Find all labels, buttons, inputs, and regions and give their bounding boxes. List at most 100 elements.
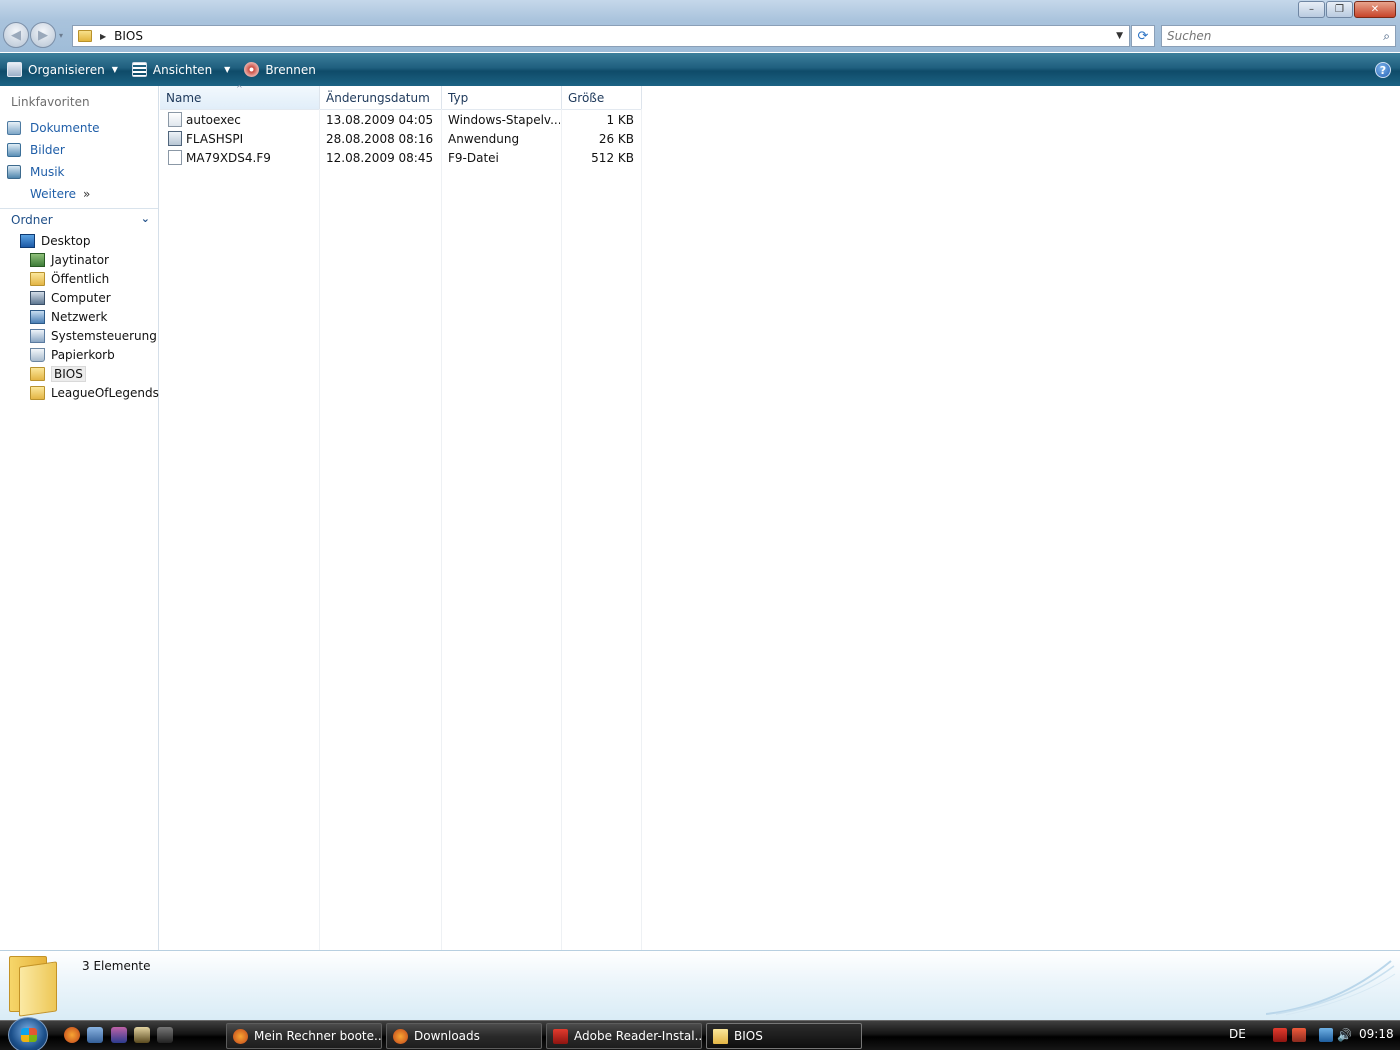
tree-item-jaytinator[interactable]: Jaytinator bbox=[30, 251, 109, 269]
double-chevron-icon: » bbox=[83, 187, 91, 201]
file-size: 26 KB bbox=[598, 131, 634, 146]
column-header-size[interactable]: Größe bbox=[562, 86, 642, 109]
breadcrumb-arrow-icon[interactable]: ▶ bbox=[100, 32, 106, 41]
command-bar: Organisieren ▼ Ansichten ▼ Brennen ? bbox=[0, 53, 1400, 86]
control-panel-icon bbox=[30, 329, 45, 343]
favorites-more-link[interactable]: Weitere » bbox=[30, 185, 90, 203]
tree-item-control-panel[interactable]: Systemsteuerung bbox=[30, 327, 157, 345]
column-header-date[interactable]: Änderungsdatum bbox=[320, 86, 442, 109]
show-desktop-icon[interactable] bbox=[87, 1027, 103, 1043]
column-header-type[interactable]: Typ bbox=[442, 86, 562, 109]
tree-item-bios[interactable]: BIOS bbox=[30, 365, 86, 383]
tree-item-computer[interactable]: Computer bbox=[30, 289, 111, 307]
forward-button[interactable]: ▶ bbox=[30, 22, 56, 48]
windows-logo-icon bbox=[21, 1028, 37, 1042]
navigation-pane: Linkfavoriten Dokumente Bilder Musik Wei… bbox=[0, 86, 159, 950]
folder-icon bbox=[78, 30, 92, 42]
tree-item-label: Systemsteuerung bbox=[51, 329, 157, 343]
column-divider bbox=[441, 109, 442, 950]
start-button[interactable] bbox=[8, 1017, 48, 1050]
favorites-more-label: Weitere bbox=[30, 187, 77, 201]
refresh-icon: ⟳ bbox=[1137, 28, 1149, 44]
file-type: F9-Datei bbox=[448, 150, 499, 165]
adobe-reader-icon bbox=[553, 1028, 568, 1044]
taskbar-button[interactable]: Downloads bbox=[386, 1023, 542, 1049]
network-tray-icon[interactable] bbox=[1319, 1028, 1333, 1042]
back-arrow-icon: ◀ bbox=[11, 27, 21, 43]
decorative-swoosh bbox=[1266, 960, 1396, 1016]
file-row-flashspi[interactable]: FLASHSPI 28.08.2008 08:16 Anwendung 26 K… bbox=[160, 129, 642, 148]
tree-item-label: Jaytinator bbox=[51, 253, 109, 267]
tree-item-network[interactable]: Netzwerk bbox=[30, 308, 107, 326]
taskbar-button[interactable]: Mein Rechner boote... bbox=[226, 1023, 382, 1049]
address-bar[interactable]: ▶ BIOS ▼ bbox=[72, 25, 1130, 47]
tree-item-public[interactable]: Öffentlich bbox=[30, 270, 109, 288]
user-folder-icon bbox=[30, 253, 45, 267]
refresh-button[interactable]: ⟳ bbox=[1131, 25, 1155, 47]
organize-button[interactable]: Organisieren ▼ bbox=[0, 53, 125, 86]
favorites-heading: Linkfavoriten bbox=[11, 95, 90, 109]
views-button[interactable]: Ansichten ▼ bbox=[125, 53, 237, 86]
recycle-bin-icon bbox=[30, 348, 45, 362]
help-button[interactable]: ? bbox=[1375, 62, 1391, 78]
language-indicator[interactable]: DE bbox=[1229, 1027, 1246, 1041]
recent-pages-dropdown[interactable]: ▾ bbox=[59, 31, 69, 40]
title-bar: – ❐ ✕ ◀ ▶ ▾ ▶ BIOS ▼ ⟳ ⌕ bbox=[0, 0, 1400, 52]
burn-button[interactable]: Brennen bbox=[237, 53, 322, 86]
firefox-icon bbox=[393, 1028, 408, 1044]
tree-item-label: Papierkorb bbox=[51, 348, 115, 362]
task-label: Downloads bbox=[414, 1029, 480, 1043]
clock[interactable]: 09:18 bbox=[1359, 1027, 1394, 1041]
sort-ascending-icon: ^ bbox=[236, 84, 243, 93]
favorite-label: Dokumente bbox=[30, 121, 100, 135]
folder-icon bbox=[30, 367, 45, 381]
chevron-down-icon[interactable]: ⌄ bbox=[141, 212, 150, 225]
column-divider bbox=[641, 109, 642, 950]
tree-item-recycle-bin[interactable]: Papierkorb bbox=[30, 346, 115, 364]
firefox-icon[interactable] bbox=[64, 1027, 80, 1043]
search-icon[interactable]: ⌕ bbox=[1383, 29, 1390, 44]
minimize-button[interactable]: – bbox=[1298, 1, 1325, 18]
volume-icon[interactable]: 🔊 bbox=[1337, 1028, 1352, 1042]
antivirus-tray-icon[interactable] bbox=[1273, 1028, 1287, 1042]
file-name: MA79XDS4.F9 bbox=[186, 150, 271, 165]
item-count: 3 Elemente bbox=[82, 959, 151, 973]
file-date: 12.08.2009 08:45 bbox=[326, 150, 434, 165]
file-row-autoexec[interactable]: autoexec 13.08.2009 04:05 Windows-Stapel… bbox=[160, 110, 642, 129]
back-button[interactable]: ◀ bbox=[3, 22, 29, 48]
documents-icon bbox=[7, 121, 21, 135]
search-input[interactable] bbox=[1167, 29, 1367, 43]
maximize-button[interactable]: ❐ bbox=[1326, 1, 1353, 18]
file-name: FLASHSPI bbox=[186, 131, 244, 146]
favorite-item-music[interactable]: Musik bbox=[7, 163, 65, 181]
tree-item-leagueoflegends[interactable]: LeagueOfLegends bbox=[30, 384, 159, 402]
favorite-label: Bilder bbox=[30, 143, 65, 157]
folders-header[interactable]: Ordner ⌄ bbox=[0, 208, 158, 230]
chevron-down-icon[interactable]: ▼ bbox=[224, 65, 230, 74]
window-controls: – ❐ ✕ bbox=[1297, 1, 1396, 18]
file-row-ma79xds4[interactable]: MA79XDS4.F9 12.08.2009 08:45 F9-Datei 51… bbox=[160, 148, 642, 167]
views-icon bbox=[131, 62, 147, 77]
file-type: Windows-Stapelv... bbox=[448, 112, 560, 127]
favorite-item-pictures[interactable]: Bilder bbox=[7, 141, 65, 159]
generic-file-icon bbox=[168, 150, 182, 165]
steam-icon[interactable] bbox=[157, 1027, 173, 1043]
winrar-icon[interactable] bbox=[111, 1027, 127, 1043]
pictures-icon bbox=[7, 143, 21, 157]
column-header-label: Größe bbox=[568, 90, 605, 105]
file-list: ^ Name Änderungsdatum Typ Größe autoexec… bbox=[160, 84, 1400, 950]
tray-app-icon[interactable] bbox=[1292, 1028, 1306, 1042]
address-dropdown-icon[interactable]: ▼ bbox=[1116, 31, 1123, 41]
taskbar-button[interactable]: Adobe Reader-Instal... bbox=[546, 1023, 702, 1049]
batch-file-icon bbox=[168, 112, 182, 127]
league-of-legends-icon[interactable] bbox=[134, 1027, 150, 1043]
search-box[interactable]: ⌕ bbox=[1161, 25, 1396, 47]
favorite-item-documents[interactable]: Dokumente bbox=[7, 119, 100, 137]
column-header-name[interactable]: ^ Name bbox=[160, 84, 320, 109]
file-type: Anwendung bbox=[448, 131, 520, 146]
tree-item-desktop[interactable]: Desktop bbox=[20, 232, 91, 250]
breadcrumb-bios[interactable]: BIOS bbox=[114, 29, 143, 43]
taskbar-button-active[interactable]: BIOS bbox=[706, 1023, 862, 1049]
close-button[interactable]: ✕ bbox=[1354, 1, 1396, 18]
folder-icon bbox=[30, 386, 45, 400]
